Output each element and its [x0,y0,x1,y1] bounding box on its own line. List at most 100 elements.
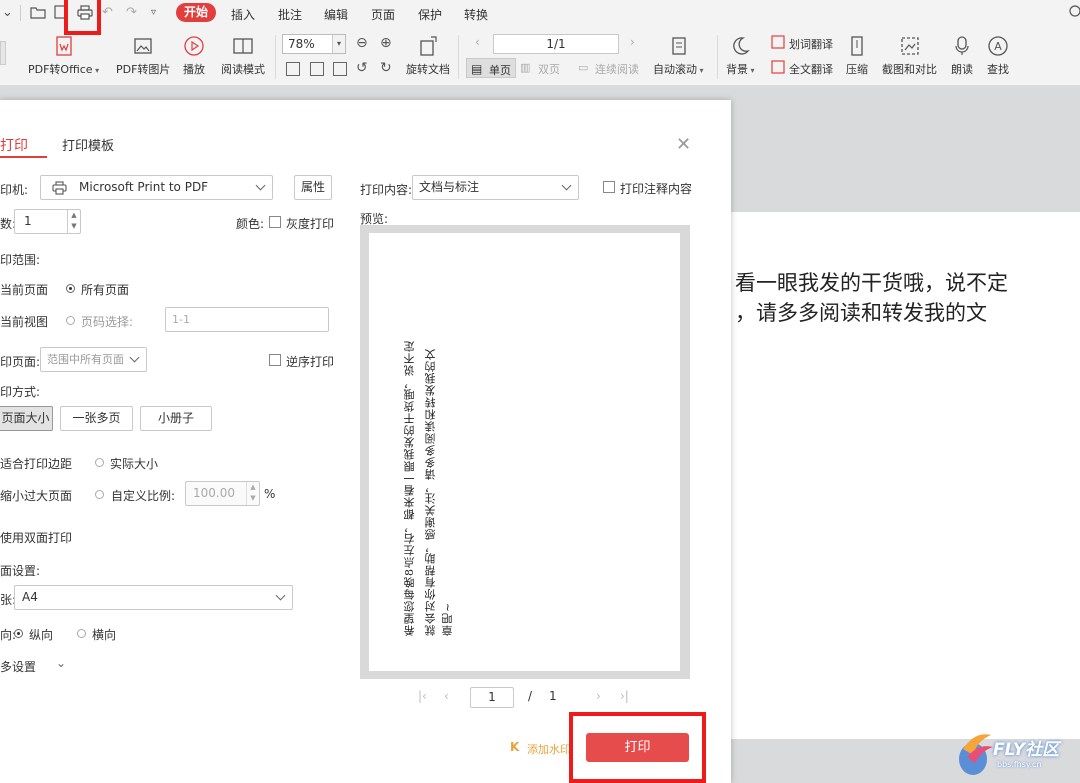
zoom-out-icon[interactable]: ⊖ [356,35,368,51]
printer-label: 印机: [0,183,29,197]
all-pages-radio[interactable] [66,284,75,293]
scale-stepper[interactable]: 100.00 ▲ ▼ [185,481,260,506]
divider [458,35,459,79]
preview-page-input[interactable]: 1 [470,687,514,708]
full-translate-icon[interactable] [771,60,785,77]
reverse-print-checkbox[interactable] [269,354,281,366]
customize-dropdown-icon[interactable]: ▿ [151,6,156,20]
background-button[interactable]: 背景 ▾ [726,34,755,77]
undo-icon[interactable]: ↶ [102,6,113,20]
menu-start[interactable]: 开始 [176,3,216,22]
rotate-document-icon [406,34,450,58]
mode-page-size-button[interactable]: 页面大小 [0,406,53,431]
add-watermark-link[interactable]: 添加水印 [527,741,571,757]
word-translate-icon[interactable] [771,35,785,52]
shrink-large-option[interactable]: 缩小过大页面 [0,487,72,504]
single-page-button[interactable]: ▤ 单页 [466,58,516,78]
next-page-icon[interactable]: › [596,689,601,703]
scale-value: 100.00 [193,486,235,500]
paper-select[interactable]: A4 [14,585,293,610]
tab-print[interactable]: 打印 [0,135,28,155]
page-number-input[interactable]: 1/1 [493,34,619,54]
portrait-radio[interactable] [14,629,23,638]
find-icon: A [987,34,1009,58]
actual-size-icon[interactable] [286,62,300,76]
printer-select[interactable]: Microsoft Print to PDF [40,175,273,200]
page-range-input[interactable]: 1-1 [165,307,329,332]
cloud-icon[interactable] [1066,4,1080,21]
screenshot-compare-button[interactable]: 截图和对比 [882,34,937,77]
next-page-icon[interactable]: › [630,35,635,49]
double-page-icon[interactable]: ▥ [520,61,530,74]
ribbon-edge-button[interactable] [0,41,6,65]
page-select-radio[interactable] [66,316,75,325]
stepper-arrows-icon[interactable]: ▲ ▼ [246,482,259,505]
menu-edit[interactable]: 编辑 [324,6,348,23]
rotate-doc-button[interactable]: 旋转文档 [406,34,450,77]
more-settings-link[interactable]: 多设置 [0,658,36,675]
prev-page-icon[interactable]: ‹ [475,35,480,49]
full-translate-label[interactable]: 全文翻译 [789,61,833,77]
compress-button[interactable]: 压缩 [846,34,868,77]
stepper-arrows-icon[interactable]: ▲ ▼ [67,210,80,233]
print-annotations-checkbox[interactable] [603,181,615,193]
menu-protect[interactable]: 保护 [418,6,442,23]
custom-scale-radio[interactable] [95,490,104,499]
open-folder-icon[interactable] [30,5,46,22]
grayscale-checkbox[interactable] [269,216,281,228]
first-page-icon[interactable]: |‹ [418,689,427,703]
zoom-select[interactable]: 78% ▾ [282,34,346,54]
print-content-value: 文档与标注 [419,180,480,194]
double-page-label[interactable]: 双页 [538,61,560,77]
rotate-right-icon[interactable]: ↻ [380,60,392,76]
sub-pages-select[interactable]: 范围中所有页面 [40,347,147,372]
tab-print-template[interactable]: 打印模板 [62,135,114,154]
current-page-option[interactable]: 当前页面 [0,281,48,298]
highlight-box-print [569,712,706,783]
menu-convert[interactable]: 转换 [464,6,488,23]
menu-insert[interactable]: 插入 [231,6,255,23]
page-setup-label: 面设置: [0,564,41,578]
print-content-select[interactable]: 文档与标注 [412,175,579,200]
chevron-down-icon[interactable]: ⌄ [56,656,66,670]
print-content-label: 打印内容: [360,183,413,197]
continuous-read-label[interactable]: 连续阅读 [595,61,639,77]
fit-page-icon[interactable] [333,62,347,76]
read-mode-button[interactable]: 阅读模式 [221,34,265,77]
single-page-icon: ▤ [471,62,483,76]
play-button[interactable]: 播放 [183,34,205,77]
actual-size-radio[interactable] [95,458,104,467]
pdf-to-office-icon [28,34,99,58]
prev-page-icon[interactable]: ‹ [444,689,449,703]
menu-page[interactable]: 页面 [371,6,395,23]
properties-button[interactable]: 属性 [294,175,332,200]
zoom-in-icon[interactable]: ⊕ [380,35,392,51]
read-aloud-button[interactable]: 朗读 [951,34,973,77]
duplex-option[interactable]: 使用双面打印 [0,529,72,546]
auto-scroll-button[interactable]: 自动滚动 ▾ [653,34,704,77]
chevron-down-icon[interactable]: ⌄ [2,6,13,20]
mode-booklet-button[interactable]: 小册子 [140,406,212,431]
grayscale-label: 灰度打印 [286,217,335,231]
mode-label: 印方式: [0,385,41,399]
fit-margin-option[interactable]: 适合打印边距 [0,455,72,472]
single-page-label: 单页 [489,64,511,77]
menu-annotate[interactable]: 批注 [278,6,302,23]
book-icon [221,34,265,58]
document-line-2: ，请多多阅读和转发我的文 [735,301,987,325]
current-view-option[interactable]: 当前视图 [0,313,48,330]
continuous-read-icon[interactable]: ▭ [578,61,588,74]
fit-width-icon[interactable] [310,62,324,76]
pdf-to-image-button[interactable]: PDF转图片 [116,34,170,77]
pdf-to-office-button[interactable]: PDF转Office ▾ [28,34,99,77]
mode-multi-button[interactable]: 一张多页 [60,406,133,431]
word-translate-label[interactable]: 划词翻译 [789,36,833,52]
find-button[interactable]: A 查找 [987,34,1009,77]
copies-stepper[interactable]: 1 ▲ ▼ [14,209,81,234]
chevron-down-icon: ▾ [332,35,345,53]
close-icon[interactable]: ✕ [676,134,691,155]
rotate-left-icon[interactable]: ↺ [356,60,368,76]
last-page-icon[interactable]: ›| [620,689,629,703]
redo-icon[interactable]: ↷ [126,6,137,20]
landscape-radio[interactable] [77,629,86,638]
